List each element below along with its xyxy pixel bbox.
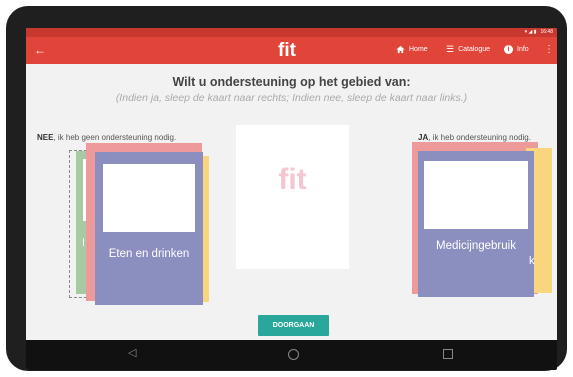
arrow-left-icon[interactable]: ← <box>34 42 46 58</box>
app-bar: ← fit Home ☰ Catalogue i Info ⋮ <box>26 37 557 64</box>
question-title: Wilt u ondersteuning op het gebied van: <box>172 75 411 89</box>
status-time: 16:48 <box>540 29 553 35</box>
nav-back-icon[interactable]: ◁ <box>128 346 136 359</box>
more-vert-icon[interactable]: ⋮ <box>544 45 554 55</box>
card-logo: fit <box>278 163 307 196</box>
yes-drop-label: JA, ik heb ondersteuning nodig. <box>418 133 531 142</box>
nav-info-label: Info <box>517 46 529 53</box>
instruction-hint: (Indien ja, sleep de kaart naar rechts; … <box>115 92 468 104</box>
card-image-right <box>424 161 528 229</box>
card-label-right: Medicijngebruik <box>436 240 516 252</box>
nav-home-label: Home <box>409 46 428 53</box>
app-logo: fit <box>278 40 296 61</box>
nav-info[interactable]: i Info <box>504 45 529 54</box>
tablet-frame: ▾ ◢ ▮ 16:48 ← fit Home ☰ Catalogue i Info… <box>6 6 567 371</box>
nav-catalogue-label: Catalogue <box>458 46 490 53</box>
status-bar: ▾ ◢ ▮ 16:48 <box>26 28 557 37</box>
nav-catalogue[interactable]: ☰ Catalogue <box>446 45 490 54</box>
no-drop-label: NEE, ik heb geen ondersteuning nodig. <box>37 133 176 142</box>
yes-label-bold: JA <box>418 133 429 142</box>
nav-home[interactable]: Home <box>396 45 428 54</box>
continue-button[interactable]: DOORGAAN <box>258 315 329 336</box>
card-eten-en-drinken[interactable]: Eten en drinken <box>95 152 203 305</box>
nav-recent-icon[interactable] <box>443 349 453 359</box>
no-label-bold: NEE <box>37 133 54 142</box>
list-icon: ☰ <box>446 44 455 54</box>
card-label: Eten en drinken <box>108 248 190 260</box>
peek-card-text: k <box>529 255 535 267</box>
no-label-text: , ik heb geen ondersteuning nodig. <box>53 133 177 142</box>
nav-home-icon[interactable] <box>288 349 299 360</box>
app-screen: ▾ ◢ ▮ 16:48 ← fit Home ☰ Catalogue i Info… <box>26 28 557 370</box>
yes-label-text: , ik heb ondersteuning nodig. <box>428 133 531 142</box>
home-icon <box>396 45 405 54</box>
status-indicators: ▾ ◢ ▮ <box>524 29 537 35</box>
card-medicijngebruik[interactable]: Medicijngebruik <box>418 151 534 297</box>
card-image <box>103 164 195 232</box>
android-nav-bar: ◁ <box>26 340 557 370</box>
info-icon: i <box>504 45 513 54</box>
current-card[interactable]: fit <box>236 125 349 269</box>
